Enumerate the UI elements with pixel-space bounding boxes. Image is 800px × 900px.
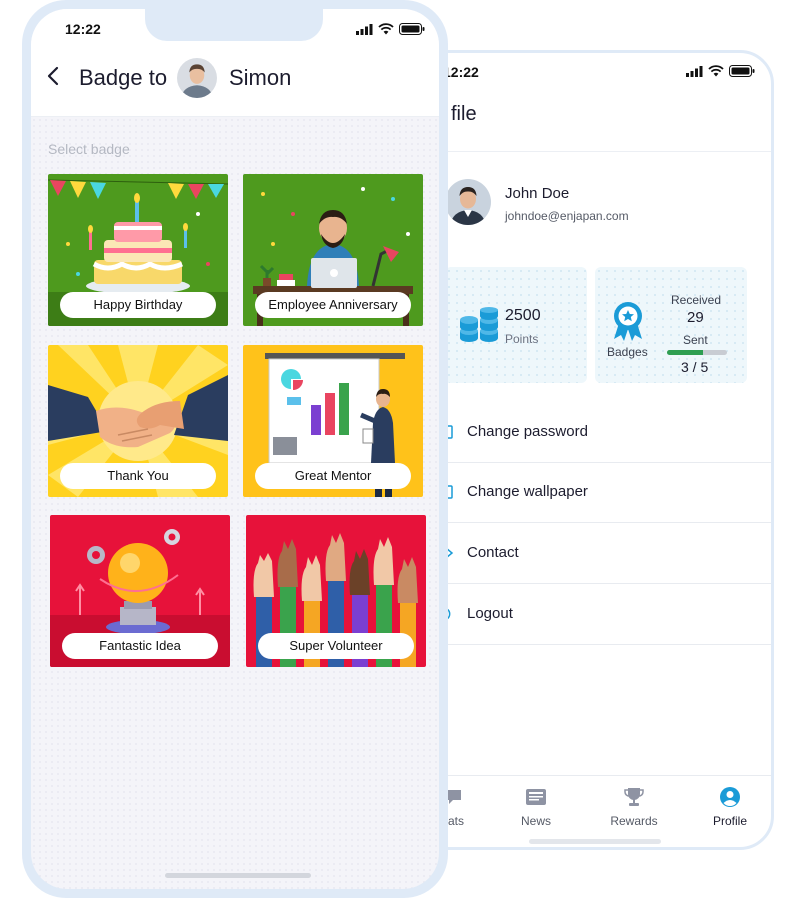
recipient-name: Simon xyxy=(229,65,292,90)
badge-card-super-volunteer[interactable]: Super Volunteer xyxy=(246,515,426,667)
news-icon xyxy=(526,789,546,805)
user-info: John Doe johndoe@enjapan.com xyxy=(445,179,765,231)
badge-card-happy-birthday[interactable]: Happy Birthday xyxy=(48,174,228,326)
received-label: Received xyxy=(671,293,722,307)
tab-rewards[interactable]: Rewards xyxy=(589,786,679,828)
home-indicator xyxy=(529,839,661,844)
status-time: 12:22 xyxy=(443,64,479,80)
sent-progress xyxy=(667,350,727,355)
points-card[interactable]: 2500 Points xyxy=(445,267,587,383)
menu-change-wallpaper[interactable]: Change wallpaper xyxy=(445,463,771,523)
badge-label: Great Mentor xyxy=(255,463,411,489)
battery-icon xyxy=(729,65,755,77)
page-title: file xyxy=(451,103,477,125)
badge-label: Fantastic Idea xyxy=(62,633,218,659)
badge-label: Super Volunteer xyxy=(258,633,414,659)
sent-label: Sent xyxy=(683,333,708,347)
notch xyxy=(145,9,323,41)
tab-label: News xyxy=(520,814,551,828)
tab-label: Rewards xyxy=(610,814,658,828)
tab-label: ats xyxy=(447,814,464,828)
trophy-icon xyxy=(624,788,644,806)
menu-label: Change wallpaper xyxy=(467,483,588,500)
badge-picker-screen: 12:22 Badge to Simon Select badge Happy … xyxy=(31,9,439,889)
user-email: johndoe@enjapan.com xyxy=(505,209,629,223)
menu-divider xyxy=(445,583,771,584)
menu-contact[interactable]: Contact xyxy=(445,524,771,584)
user-name: John Doe xyxy=(505,185,570,202)
badges-card[interactable]: Badges Received 29 Sent 3 / 5 xyxy=(595,267,747,383)
recipient-avatar xyxy=(175,56,219,100)
menu-logout[interactable]: Logout xyxy=(445,585,771,645)
menu-change-password[interactable]: Change password xyxy=(445,403,771,463)
badge-label: Thank You xyxy=(60,463,216,489)
tab-profile[interactable]: Profile xyxy=(685,786,771,828)
badge-label: Happy Birthday xyxy=(60,292,216,318)
system-icons xyxy=(356,23,425,35)
status-time: 12:22 xyxy=(65,21,101,37)
tab-label: Profile xyxy=(712,814,747,828)
coins-icon xyxy=(460,307,498,342)
signal-icon xyxy=(356,23,373,35)
badge-card-great-mentor[interactable]: Great Mentor xyxy=(243,345,423,497)
sent-value: 3 / 5 xyxy=(681,359,709,375)
menu-label: Change password xyxy=(467,423,588,440)
badges-label: Badges xyxy=(607,345,648,359)
points-label: Points xyxy=(505,332,539,346)
home-indicator xyxy=(165,873,311,878)
badge-label: Employee Anniversary xyxy=(255,292,411,318)
wifi-icon xyxy=(708,65,724,77)
select-badge-label: Select badge xyxy=(48,141,130,157)
sent-progress-fill xyxy=(667,350,703,355)
back-arrow-icon[interactable] xyxy=(43,65,65,87)
battery-icon xyxy=(399,23,425,35)
wifi-icon xyxy=(378,23,394,35)
menu-divider xyxy=(445,644,771,645)
menu-label: Contact xyxy=(467,544,519,561)
badge-card-employee-anniversary[interactable]: Employee Anniversary xyxy=(243,174,423,326)
menu-label: Logout xyxy=(467,605,513,622)
tab-news[interactable]: News xyxy=(491,786,581,828)
header: 12:22 Badge to Simon xyxy=(31,9,439,117)
badge-picker-phone: 12:22 Badge to Simon Select badge Happy … xyxy=(22,0,448,898)
avatar xyxy=(445,179,491,225)
badge-card-fantastic-idea[interactable]: Fantastic Idea xyxy=(50,515,230,667)
menu-divider xyxy=(445,522,771,523)
profile-icon xyxy=(720,787,740,807)
chat-icon xyxy=(447,790,461,804)
badge-card-thank-you[interactable]: Thank You xyxy=(48,345,228,497)
signal-icon xyxy=(686,65,703,77)
award-ribbon-icon xyxy=(614,302,642,341)
system-icons xyxy=(686,65,755,77)
received-value: 29 xyxy=(687,309,704,326)
page-title: Badge to xyxy=(79,65,168,90)
points-value: 2500 xyxy=(505,307,541,324)
